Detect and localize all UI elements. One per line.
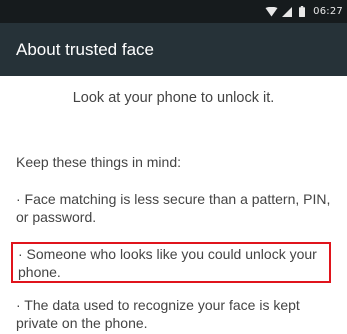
bullet-security-note: · Face matching is less secure than a pa…: [16, 191, 331, 225]
app-bar: About trusted face: [0, 23, 347, 76]
status-clock: 06:27: [313, 6, 343, 17]
bullet-privacy-note: · The data used to recognize your face i…: [16, 297, 300, 331]
signal-icon: [282, 6, 293, 17]
intro-text: Keep these things in mind:: [16, 154, 181, 170]
battery-icon: [299, 6, 306, 17]
bullet-lookalike-note-highlighted: · Someone who looks like you could unloc…: [11, 242, 331, 283]
status-bar: 06:27: [0, 0, 347, 23]
content-area[interactable]: Look at your phone to unlock it. Keep th…: [0, 76, 347, 334]
lead-text: Look at your phone to unlock it.: [72, 90, 275, 106]
page-title: About trusted face: [16, 40, 154, 59]
status-icons: 06:27: [265, 0, 343, 23]
wifi-icon: [265, 6, 278, 16]
